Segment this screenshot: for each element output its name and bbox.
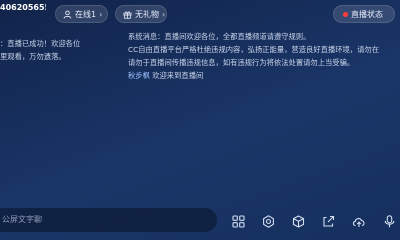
gift-button[interactable]: 无礼物 ›: [115, 5, 167, 23]
system-message-line: CC自由直播平台严格杜绝违规内容，弘扬正能量，营造良好直播环境，请勿在: [128, 45, 379, 54]
live-room-screen: 4062056555 在线1 › 无礼物 › 直播状态 ：直播已成功！欢迎: [0, 0, 400, 240]
welcome-username[interactable]: 秋步枫: [128, 71, 150, 80]
chat-input-placeholder: 公屏文字聊: [2, 215, 42, 224]
welcome-message: 秋步枫 欢迎来到直播间: [128, 69, 400, 82]
share-icon[interactable]: [321, 214, 335, 228]
chat-input[interactable]: 公屏文字聊: [0, 208, 217, 232]
grid-icon[interactable]: [231, 214, 245, 228]
chevron-right-icon: ›: [99, 9, 103, 19]
announcement-line: ：直播已成功！欢迎各位: [0, 39, 81, 48]
announcement-text: ：直播已成功！欢迎各位 里观看，万勿遗落。: [0, 37, 112, 67]
system-message-line: 系统消息：直播间欢迎各位，全都直播频道请遵守规则。: [128, 32, 311, 41]
mic-icon[interactable]: [382, 214, 396, 228]
welcome-text: 欢迎来到直播间: [152, 71, 204, 80]
top-bar: 4062056555 在线1 › 无礼物 › 直播状态: [0, 0, 400, 30]
live-status-label: 直播状态: [351, 9, 383, 19]
gift-label: 无礼物: [135, 9, 159, 19]
person-icon: [63, 10, 72, 18]
live-status-button[interactable]: 直播状态: [333, 5, 395, 23]
announcement-line: 里观看，万勿遗落。: [0, 52, 66, 61]
chevron-right-icon: ›: [162, 9, 166, 19]
system-message-line: 请勿于直播间传播违规信息，如有违规行为将依法处置请勿上当受骗。: [128, 58, 355, 67]
cloud-upload-icon[interactable]: [352, 214, 366, 228]
settings-icon[interactable]: [261, 214, 275, 228]
online-count-label: 在线1: [75, 9, 97, 19]
cube-icon[interactable]: [291, 214, 305, 228]
room-id: 4062056555: [0, 3, 46, 12]
online-count-button[interactable]: 在线1 ›: [55, 5, 108, 23]
gift-icon: [123, 10, 132, 19]
chat-system-message: 系统消息：直播间欢迎各位，全都直播频道请遵守规则。 CC自由直播平台严格杜绝违规…: [128, 30, 400, 90]
recording-dot-icon: [343, 11, 348, 17]
